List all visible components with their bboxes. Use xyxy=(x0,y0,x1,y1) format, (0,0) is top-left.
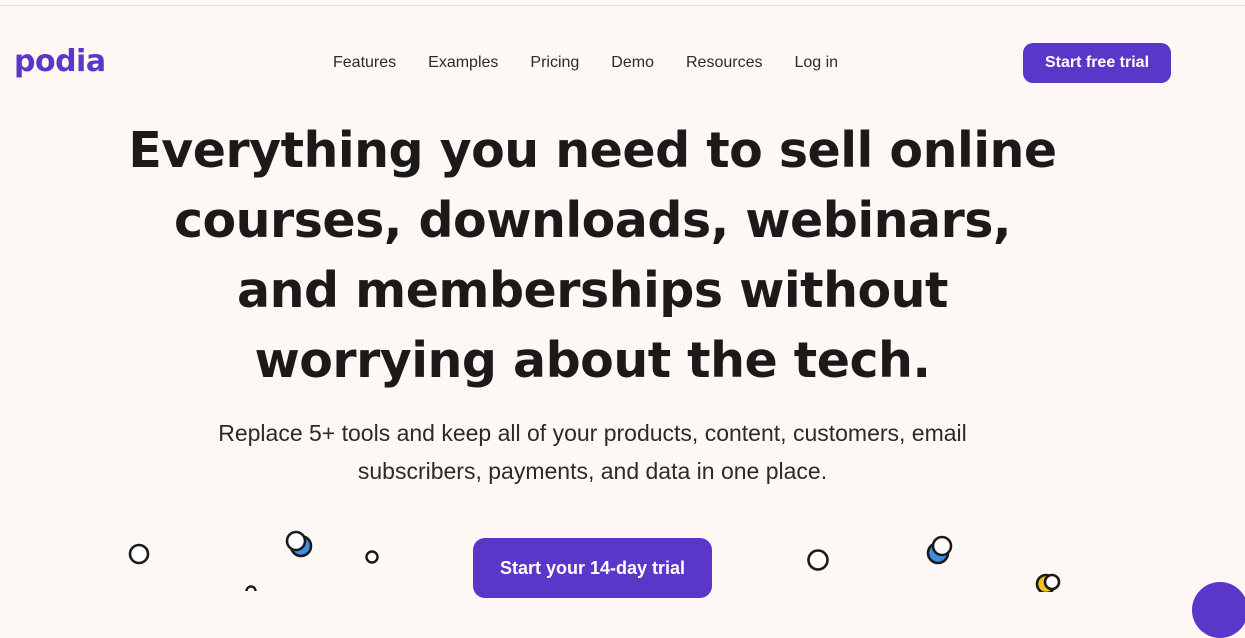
nav-item-resources[interactable]: Resources xyxy=(686,54,762,72)
nav-item-login[interactable]: Log in xyxy=(794,54,838,72)
nav-item-pricing[interactable]: Pricing xyxy=(530,54,579,72)
decorative-circle-icon xyxy=(1035,573,1061,592)
nav-item-examples[interactable]: Examples xyxy=(428,54,498,72)
hero-subtitle: Replace 5+ tools and keep all of your pr… xyxy=(160,414,1025,490)
chat-launcher-icon[interactable] xyxy=(1192,582,1245,638)
hero-headline: Everything you need to sell online cours… xyxy=(120,116,1065,396)
podia-logo[interactable]: podia xyxy=(14,44,106,79)
subtitle-line-1: Replace 5+ tools and keep all of your pr… xyxy=(218,420,967,446)
hero-line-2: courses, downloads, webinars, xyxy=(173,192,1012,249)
decorative-circle-icon xyxy=(807,549,829,571)
decorative-circle-icon xyxy=(285,530,313,558)
nav-item-demo[interactable]: Demo xyxy=(611,54,654,72)
top-divider xyxy=(0,5,1245,6)
start-trial-button[interactable]: Start your 14-day trial xyxy=(473,538,712,598)
nav-item-features[interactable]: Features xyxy=(333,54,396,72)
hero-line-1: Everything you need to sell online xyxy=(128,122,1057,179)
hero-line-4: worrying about the tech. xyxy=(254,332,932,389)
main-nav: Features Examples Pricing Demo Resources… xyxy=(333,54,870,72)
hero-line-3: and memberships without xyxy=(237,262,948,319)
subtitle-line-2: subscribers, payments, and data in one p… xyxy=(357,458,828,484)
decorative-circle-icon xyxy=(128,543,150,565)
start-free-trial-button[interactable]: Start free trial xyxy=(1023,43,1171,83)
decorative-circle-icon xyxy=(245,585,257,591)
decorative-circle-icon xyxy=(926,535,953,565)
decorative-circle-icon xyxy=(365,550,379,564)
